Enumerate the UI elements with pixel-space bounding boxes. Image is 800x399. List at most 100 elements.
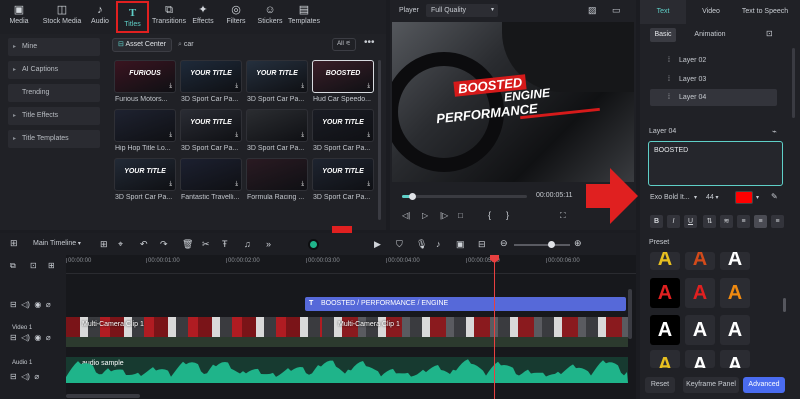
keyframe-panel-button[interactable]: Keyframe Panel <box>683 377 739 393</box>
mic-icon[interactable]: 🎙 <box>416 239 427 249</box>
download-icon[interactable]: ⤓ <box>367 83 370 90</box>
more-tools-icon[interactable]: » <box>266 239 271 249</box>
tab-text[interactable]: Text <box>640 0 686 24</box>
more-icon[interactable]: ••• <box>364 37 375 48</box>
title-template-thumb[interactable]: ⤓ <box>246 109 308 142</box>
tab-text-to-speech[interactable]: Text to Speech <box>732 0 798 24</box>
sidebar-item-title-templates[interactable]: ▸ Title Templates <box>8 130 100 148</box>
fullscreen-icon[interactable]: ⛶ <box>560 211 566 221</box>
zoom-slider[interactable] <box>514 241 570 248</box>
layer-item-04[interactable]: ⁞ Layer 04 <box>650 89 777 106</box>
bold-button[interactable]: B <box>650 215 663 228</box>
snapshot-icon[interactable]: ▨ <box>588 5 597 16</box>
timeline-grid-icon[interactable]: ⊞ <box>10 238 18 249</box>
spacing-button[interactable]: ≋ <box>720 215 733 228</box>
zoom-out-icon[interactable]: ⊖ <box>500 238 508 248</box>
download-icon[interactable]: ⤓ <box>301 132 304 139</box>
text-preset[interactable]: A <box>685 315 715 345</box>
sidebar-item-trending[interactable]: Trending <box>8 84 100 102</box>
tab-templates[interactable]: ▤ Templates <box>288 0 320 30</box>
tab-stickers[interactable]: ☺ Stickers <box>256 0 284 30</box>
title-template-thumb[interactable]: YOUR TITLE ⤓ <box>312 109 374 142</box>
search-input[interactable]: ⌕ car <box>178 38 318 52</box>
playhead[interactable] <box>494 255 495 399</box>
align-right-button[interactable]: ≡ <box>771 215 784 228</box>
undo-icon[interactable]: ↶ <box>140 239 148 249</box>
select-icon[interactable]: ⌖ <box>118 239 123 249</box>
marker-icon[interactable]: ⛉ <box>396 239 403 249</box>
video-preview[interactable]: BOOSTED ENGINE PERFORMANCE <box>392 22 634 182</box>
sidebar-item-mine[interactable]: ▸ Mine <box>8 38 100 56</box>
subtab-basic[interactable]: Basic <box>650 28 676 42</box>
play-icon[interactable]: ▷ <box>422 211 428 220</box>
preset-scrollbar[interactable] <box>783 298 786 312</box>
display-icon[interactable]: ▭ <box>612 5 621 16</box>
snap-icon[interactable]: ⧉ <box>10 261 16 271</box>
title-template-thumb[interactable]: ⤓ <box>114 109 176 142</box>
tab-transitions[interactable]: ⧉ Transitions <box>152 0 186 30</box>
title-template-thumb[interactable]: ⤓ <box>246 158 308 191</box>
text-preset[interactable]: A <box>685 350 715 368</box>
voice-icon[interactable]: ♪ <box>436 239 441 249</box>
tab-video[interactable]: Video <box>696 0 726 24</box>
title-template-thumb[interactable]: YOUR TITLE ⤓ <box>246 60 308 93</box>
zoom-in-icon[interactable]: ⊕ <box>574 238 582 248</box>
text-case-button[interactable]: ⇅ <box>703 215 716 228</box>
video-clip-1[interactable]: Multi-Camera Clip 1 <box>66 317 322 337</box>
audio-clip[interactable]: audio sample <box>66 357 628 383</box>
download-icon[interactable]: ⤓ <box>301 181 304 188</box>
title-template-thumb[interactable]: YOUR TITLE ⤓ <box>312 158 374 191</box>
download-icon[interactable]: ⤓ <box>169 132 172 139</box>
zoom-handle[interactable] <box>548 241 555 248</box>
underline-button[interactable]: U <box>684 215 697 228</box>
title-template-thumb[interactable]: ⤓ <box>180 158 242 191</box>
download-icon[interactable]: ⤓ <box>235 132 238 139</box>
download-icon[interactable]: ⤓ <box>169 83 172 90</box>
text-preset[interactable]: A <box>650 252 680 270</box>
font-select[interactable]: Exo Bold It... <box>650 192 692 204</box>
render-icon[interactable]: ▶ <box>374 239 381 249</box>
track-add-icon[interactable]: ⊞ <box>48 261 55 270</box>
prev-frame-icon[interactable]: ◁| <box>402 211 410 220</box>
timeline-label[interactable]: Main Timeline ▾ <box>33 240 81 247</box>
panel-scrollbar[interactable] <box>792 48 795 118</box>
text-preset[interactable]: A <box>720 350 750 368</box>
filter-dropdown[interactable]: All ⚟ <box>332 38 356 51</box>
tab-filters[interactable]: ◎ Filters <box>224 0 248 30</box>
title-clip[interactable]: T BOOSTED / PERFORMANCE / ENGINE <box>305 297 626 311</box>
sidebar-item-title-effects[interactable]: ▸ Title Effects <box>8 107 100 125</box>
timeline-hscrollbar[interactable] <box>66 394 140 398</box>
text-preset[interactable]: A <box>720 252 750 270</box>
tab-effects[interactable]: ✦ Effects <box>190 0 216 30</box>
title-template-thumb[interactable]: YOUR TITLE ⤓ <box>114 158 176 191</box>
title-template-thumb[interactable]: BOOSTED ⤓ <box>312 60 374 93</box>
video-clip-2[interactable]: Multi-Camera Clip 1 <box>322 317 628 337</box>
text-preset[interactable]: A <box>685 278 715 308</box>
cut-icon[interactable]: ✂ <box>202 239 210 249</box>
playback-progress[interactable] <box>402 193 527 200</box>
subtab-animation[interactable]: Animation <box>690 28 730 42</box>
text-preset[interactable]: A <box>650 278 680 308</box>
asset-center-button[interactable]: ⊟ Asset Center <box>112 38 172 52</box>
progress-handle[interactable] <box>409 193 416 200</box>
add-track-icon[interactable]: ⊞ <box>100 239 108 249</box>
download-icon[interactable]: ⤓ <box>235 181 238 188</box>
audio-tool-icon[interactable]: ♫ <box>244 239 251 249</box>
tab-titles[interactable]: T Titles <box>116 1 149 33</box>
redo-icon[interactable]: ↷ <box>160 239 168 249</box>
mark-in-icon[interactable]: { <box>488 210 491 220</box>
timeline-vscrollbar[interactable] <box>628 289 632 339</box>
eyedropper-icon[interactable]: ✎ <box>771 192 778 201</box>
ai-text-icon[interactable]: ⌁ <box>772 127 777 136</box>
delete-icon[interactable]: 🗑 <box>182 239 193 249</box>
text-tool-icon[interactable]: Ŧ <box>222 239 228 249</box>
split-screen-icon[interactable]: ⊟ <box>478 239 486 249</box>
link-icon[interactable]: ⊡ <box>30 261 37 270</box>
sidebar-item-ai-captions[interactable]: ▸ AI Captions <box>8 61 100 79</box>
title-template-thumb[interactable]: FURIOUS ⤓ <box>114 60 176 93</box>
quality-dropdown[interactable]: Full Quality ▾ <box>426 4 498 17</box>
title-template-thumb[interactable]: YOUR TITLE ⤓ <box>180 60 242 93</box>
mark-out-icon[interactable]: } <box>506 210 509 220</box>
download-icon[interactable]: ⤓ <box>235 83 238 90</box>
text-preset[interactable]: A <box>685 252 715 270</box>
